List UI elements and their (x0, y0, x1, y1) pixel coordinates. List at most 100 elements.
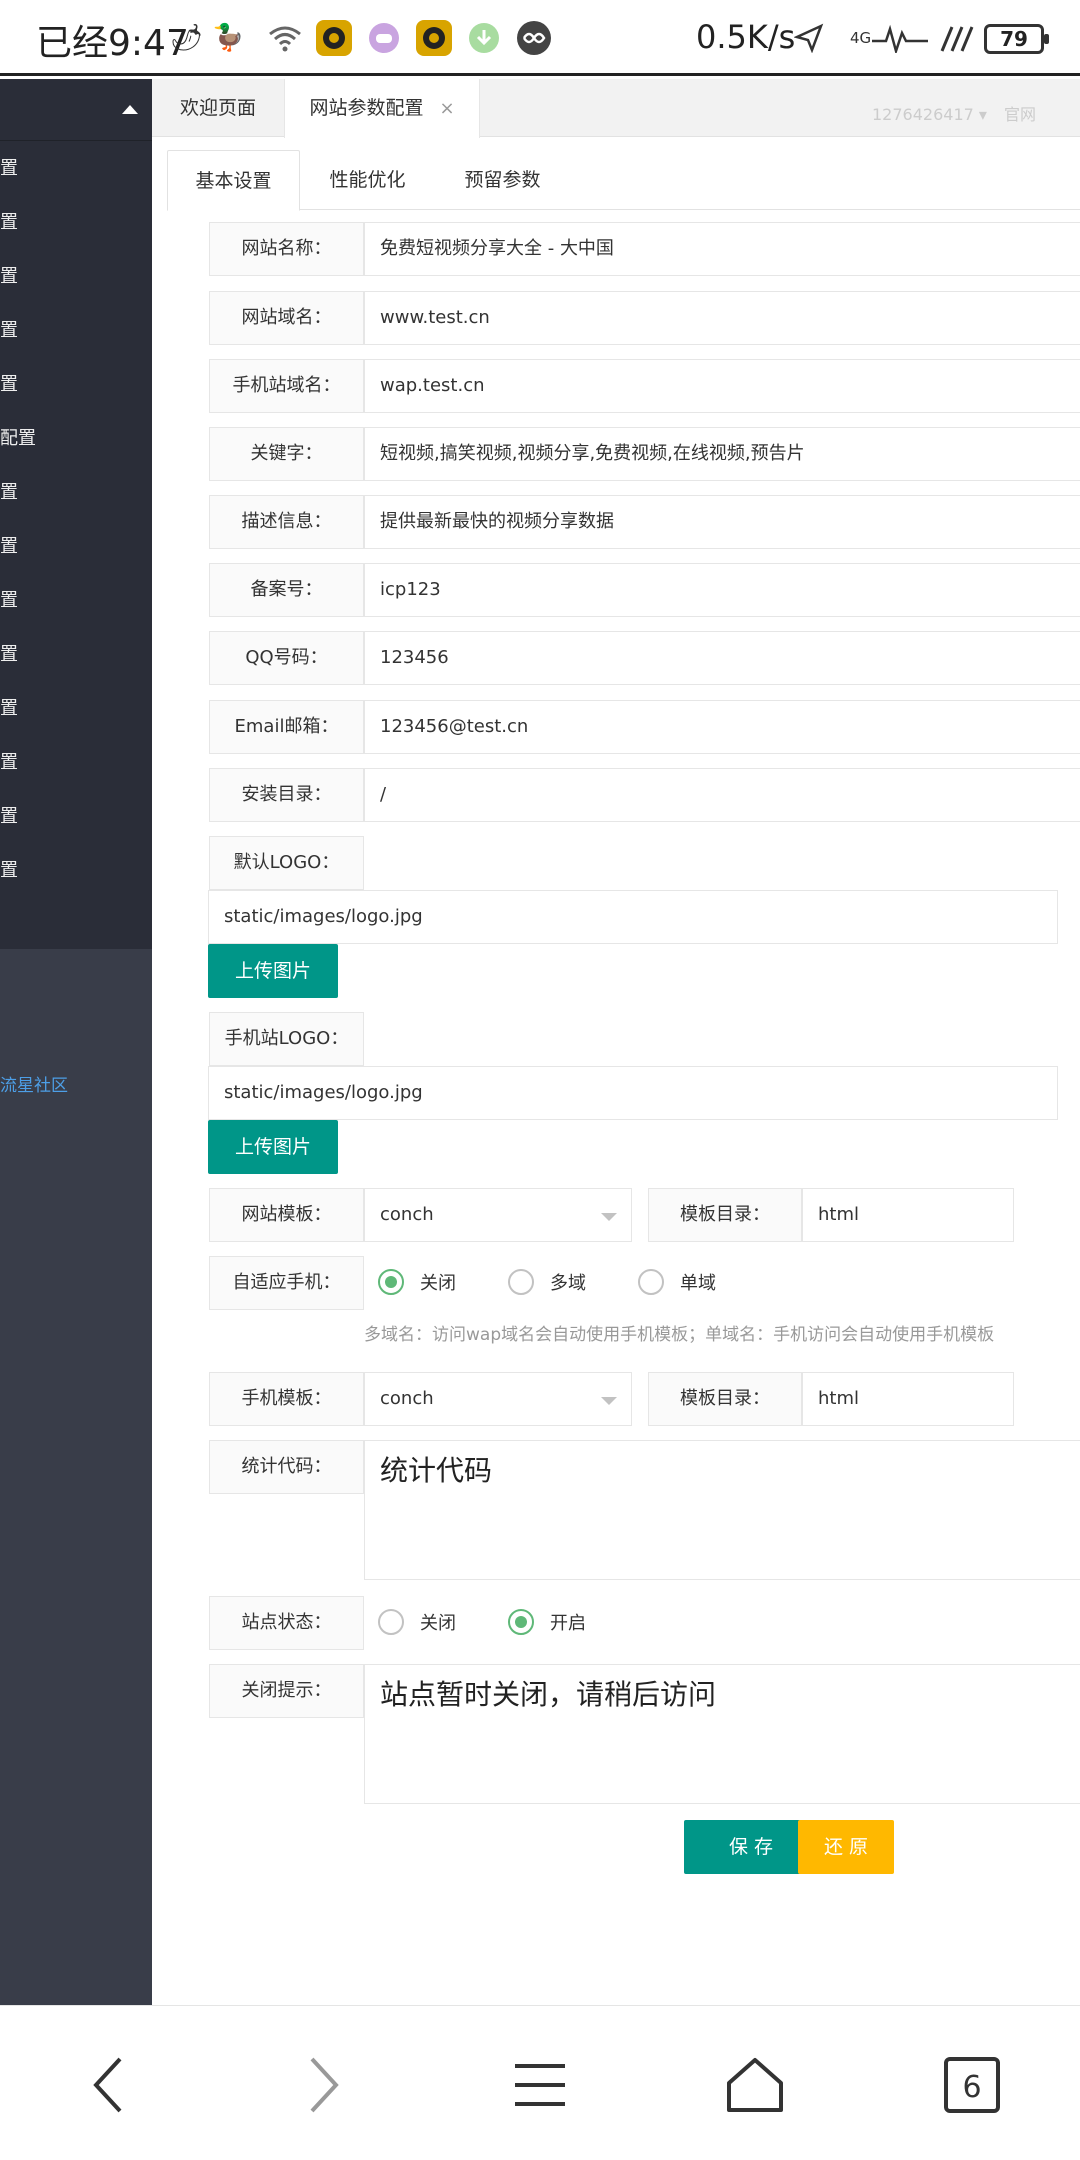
tab-reserved-params[interactable]: 预留参数 (435, 150, 570, 210)
radio-unchecked-icon (508, 1269, 534, 1295)
chevron-left-icon (93, 2057, 122, 2113)
mobile-logo-path-input[interactable]: static/images/logo.jpg (208, 1066, 1058, 1120)
sidebar-item[interactable]: 置 (0, 142, 152, 196)
home-button[interactable] (715, 2050, 795, 2120)
browser-bottom-nav: 6 (0, 2005, 1080, 2160)
qq-input[interactable]: 123456 (364, 631, 1080, 685)
upload-mobile-logo-button[interactable]: 上传图片 (208, 1120, 338, 1174)
radio-unchecked-icon (378, 1609, 404, 1635)
user-info[interactable]: 1276426417 ▾ 官网 (872, 101, 1036, 125)
sidebar-item[interactable]: 置 (0, 250, 152, 304)
community-link[interactable]: 流星社区 (0, 1071, 68, 1096)
sidebar-item[interactable]: 置 (0, 520, 152, 574)
keywords-input[interactable]: 短视频,搞笑视频,视频分享,免费视频,在线视频,预告片 (364, 427, 1080, 481)
keywords-label: 关键字： (209, 427, 364, 481)
tab-site-config[interactable]: 网站参数配置 × (284, 79, 480, 138)
sidebar-item[interactable]: 置 (0, 358, 152, 412)
user-dropdown-icon[interactable]: ▾ (979, 105, 987, 124)
site-name-label: 网站名称： (209, 222, 364, 276)
close-tip-label: 关闭提示： (209, 1664, 364, 1718)
status-time: 已经9:47 (36, 23, 189, 64)
qq-label: QQ号码： (209, 631, 364, 685)
collapse-caret-icon[interactable] (122, 105, 138, 114)
app-icon-1 (316, 20, 352, 56)
sidebar-item[interactable]: 置 (0, 196, 152, 250)
mobile-template-dir-label: 模板目录： (648, 1372, 802, 1426)
tabs-button[interactable]: 6 (932, 2050, 1012, 2120)
site-name-input[interactable]: 免费短视频分享大全 - 大中国 (364, 222, 1080, 276)
forward-button[interactable] (284, 2050, 364, 2120)
mobile-template-dir-input[interactable]: html (802, 1372, 1014, 1426)
settings-tabs: 基本设置 性能优化 预留参数 (167, 150, 1080, 211)
signal-bars-icon (938, 20, 974, 56)
sidebar-item[interactable]: 置 (0, 574, 152, 628)
chevron-down-icon (601, 1397, 617, 1405)
signal-4g-icon: 4G (850, 29, 872, 47)
site-status-radio-on[interactable]: 开启 (508, 1609, 586, 1635)
radio-label: 单域 (680, 1273, 716, 1294)
stats-code-textarea[interactable]: 统计代码 (364, 1440, 1080, 1580)
stats-code-label: 统计代码： (209, 1440, 364, 1494)
back-button[interactable] (68, 2050, 148, 2120)
menu-button[interactable] (500, 2050, 580, 2120)
mobile-logo-label: 手机站LOGO： (209, 1012, 364, 1066)
email-input[interactable]: 123456@test.cn (364, 700, 1080, 754)
home-icon (727, 2058, 783, 2112)
chevron-right-icon (310, 2057, 339, 2113)
site-status-radio-off[interactable]: 关闭 (378, 1609, 456, 1635)
template-select-value: conch (380, 1204, 434, 1225)
upload-logo-button[interactable]: 上传图片 (208, 944, 338, 998)
adaptive-radio-single[interactable]: 单域 (638, 1269, 716, 1295)
sidebar-item[interactable]: 置 (0, 736, 152, 790)
network-speed: 0.5K/s (696, 18, 796, 56)
adaptive-radio-off[interactable]: 关闭 (378, 1269, 456, 1295)
install-dir-input[interactable]: / (364, 768, 1080, 822)
template-dir-input[interactable]: html (802, 1188, 1014, 1242)
site-status-label: 站点状态： (209, 1596, 364, 1650)
send-icon (794, 20, 824, 56)
reset-button[interactable]: 还 原 (798, 1820, 894, 1874)
tabs-count: 6 (962, 2070, 981, 2105)
adaptive-label: 自适应手机： (209, 1256, 364, 1310)
page-tabs: 欢迎页面 网站参数配置 × 1276426417 ▾ 官网 (152, 79, 1080, 138)
close-tab-icon[interactable]: × (439, 98, 454, 119)
official-site-link[interactable]: 官网 (1004, 105, 1036, 124)
mobile-domain-input[interactable]: wap.test.cn (364, 359, 1080, 413)
logo-path-input[interactable]: static/images/logo.jpg (208, 890, 1058, 944)
menu-icon (515, 2064, 565, 2106)
install-dir-label: 安装目录： (209, 768, 364, 822)
sidebar-item[interactable]: 置 (0, 682, 152, 736)
sidebar-item[interactable]: 置 (0, 304, 152, 358)
sidebar-item[interactable]: 置 (0, 628, 152, 682)
sidebar-item[interactable]: 置 (0, 790, 152, 844)
heartbeat-icon (872, 20, 928, 56)
description-input[interactable]: 提供最新最快的视频分享数据 (364, 495, 1080, 549)
radio-label: 关闭 (420, 1273, 456, 1294)
mobile-template-label: 手机模板： (209, 1372, 364, 1426)
chili-icon: 🌶 (170, 23, 204, 53)
tabs-count-icon: 6 (944, 2057, 1000, 2113)
close-tip-textarea[interactable]: 站点暂时关闭，请稍后访问 (364, 1664, 1080, 1804)
radio-checked-icon (378, 1269, 404, 1295)
sidebar-item[interactable]: 配置 (0, 412, 152, 466)
tab-performance[interactable]: 性能优化 (300, 150, 435, 210)
battery-indicator: 79 (984, 24, 1049, 54)
domain-input[interactable]: www.test.cn (364, 291, 1080, 345)
radio-label: 多域 (550, 1273, 586, 1294)
mobile-template-select[interactable]: conch (364, 1372, 632, 1426)
chevron-down-icon (601, 1213, 617, 1221)
tab-welcome[interactable]: 欢迎页面 (152, 79, 284, 137)
tab-basic-settings[interactable]: 基本设置 (167, 150, 300, 211)
radio-label: 开启 (550, 1613, 586, 1634)
game-icon (368, 20, 400, 56)
sidebar-header[interactable] (0, 79, 152, 141)
sidebar-item[interactable]: 置 (0, 466, 152, 520)
description-label: 描述信息： (209, 495, 364, 549)
sidebar-item[interactable]: 置 (0, 844, 152, 898)
icp-input[interactable]: icp123 (364, 563, 1080, 617)
adaptive-radio-multi[interactable]: 多域 (508, 1269, 586, 1295)
template-select[interactable]: conch (364, 1188, 632, 1242)
template-dir-label: 模板目录： (648, 1188, 802, 1242)
template-label: 网站模板： (209, 1188, 364, 1242)
adaptive-hint: 多域名：访问wap域名会自动使用手机模板；单域名：手机访问会自动使用手机模板 (364, 1325, 995, 1345)
